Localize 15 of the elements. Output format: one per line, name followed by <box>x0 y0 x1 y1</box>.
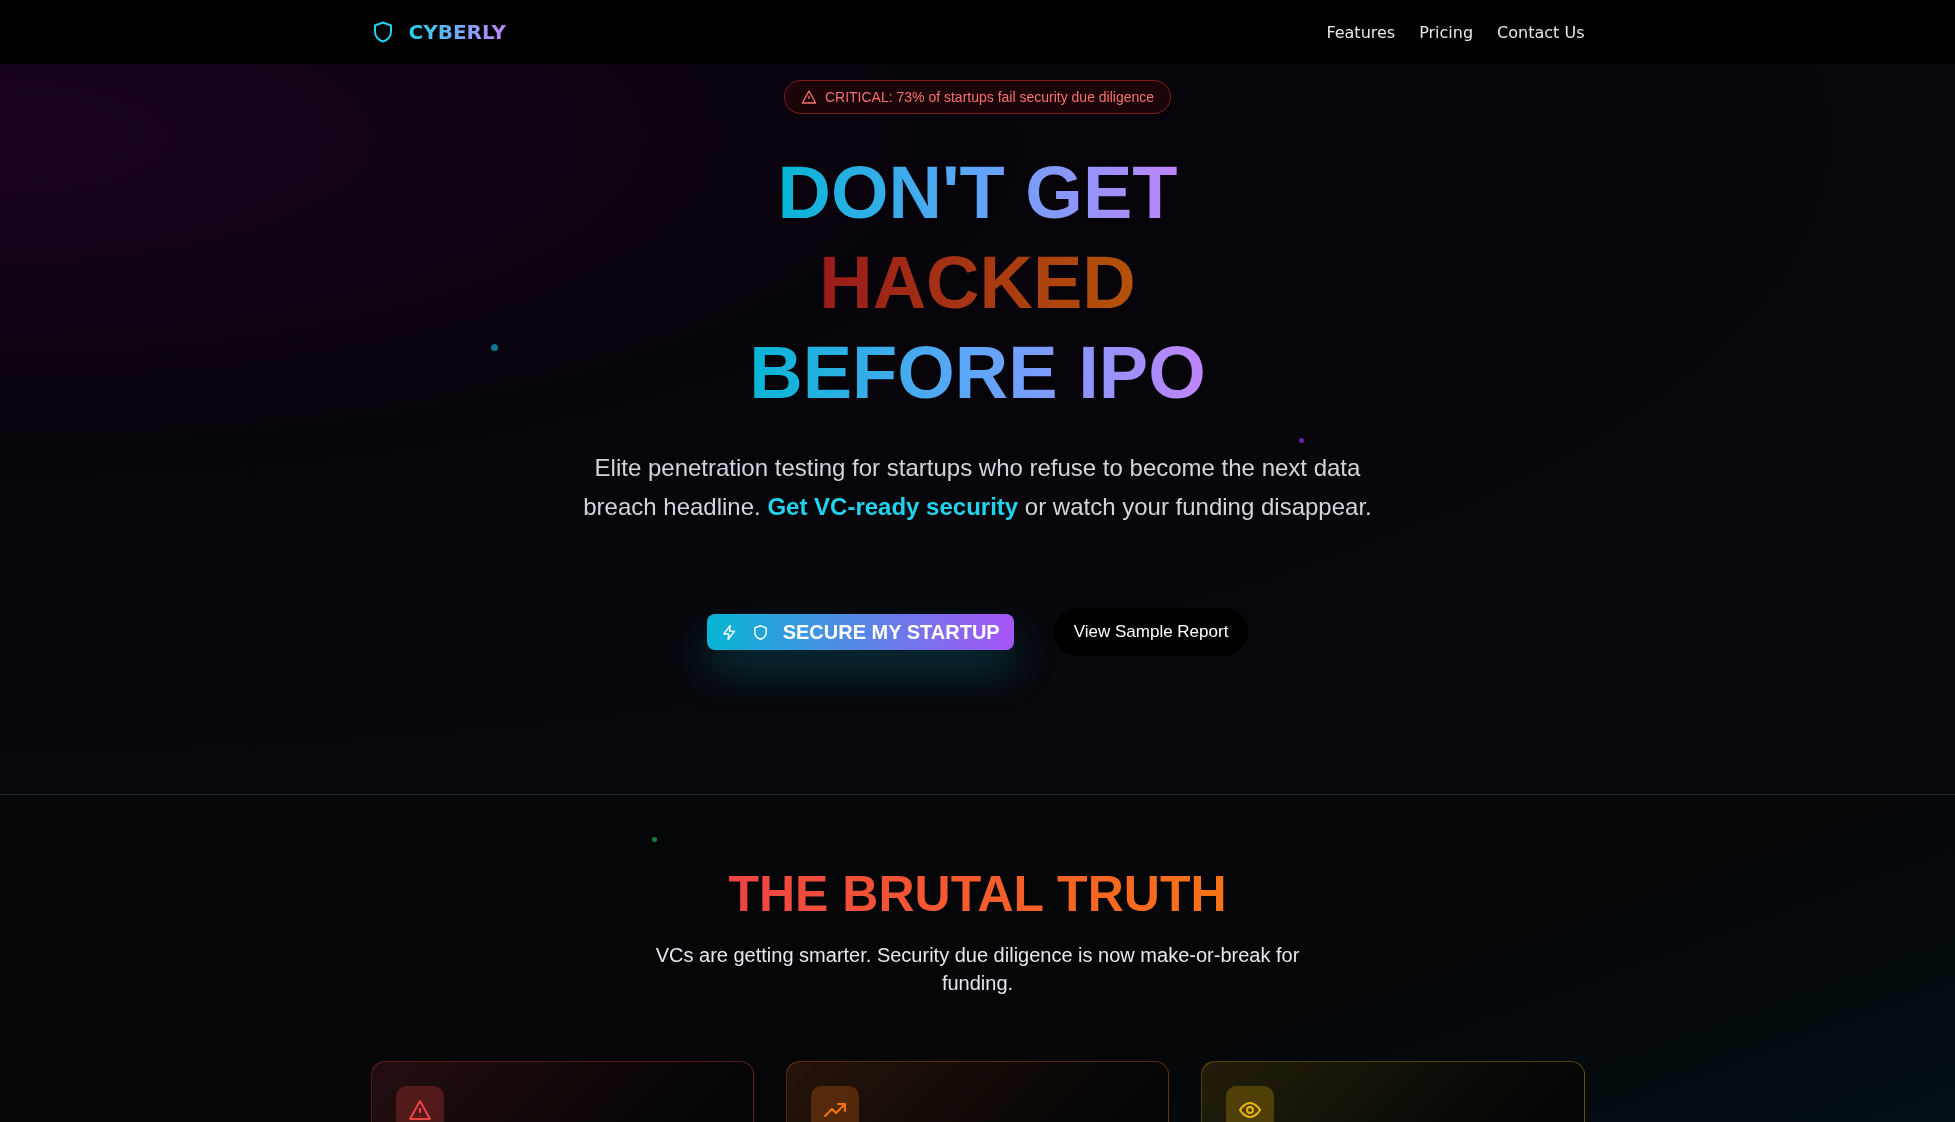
alert-text: CRITICAL: 73% of startups fail security due diligence <box>824 89 1155 105</box>
lightning-icon <box>720 623 738 641</box>
warning-icon <box>407 1098 432 1122</box>
glow-dot <box>652 837 657 842</box>
view-report-button[interactable]: View Sample Report <box>1053 608 1249 656</box>
hero-description: Elite penetration testing for startups who refuse to become the next data breach headline. Get VC-ready security or watch your funding disappear. <box>582 453 1373 522</box>
nav-link[interactable]: Pricing <box>1419 22 1474 42</box>
warning-icon <box>800 89 817 105</box>
glow-dot <box>1299 438 1304 443</box>
nav-link[interactable]: Features <box>1326 22 1396 42</box>
secure-startup-button[interactable]: SECURE MY STARTUP <box>706 614 1014 650</box>
nav-link[interactable]: Contact Us <box>1497 22 1585 42</box>
section-subtitle: VCs are getting smarter. Security due diligence is now make-or-break for funding. <box>654 943 1301 996</box>
shield-icon <box>751 623 769 641</box>
glow-dot <box>491 344 498 351</box>
